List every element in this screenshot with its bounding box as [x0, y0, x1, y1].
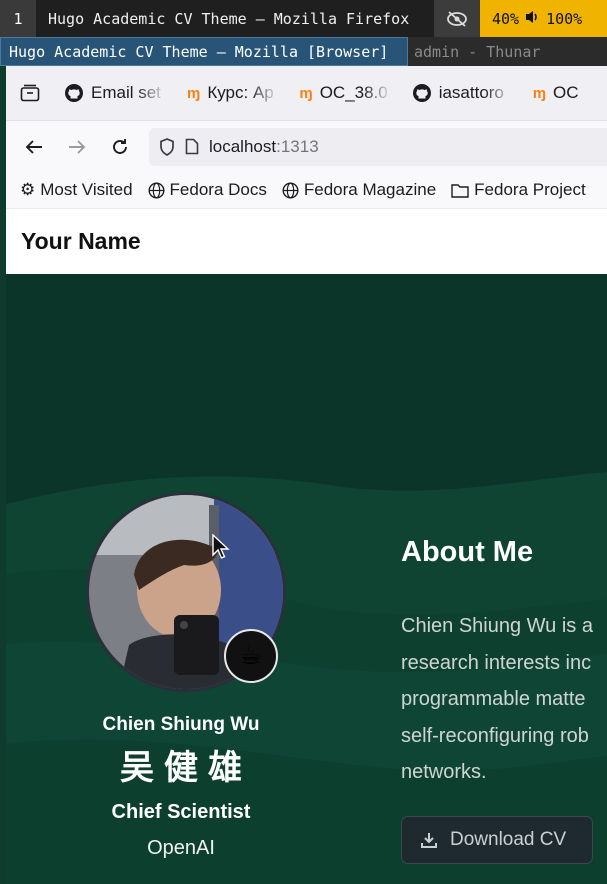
browser-tab-label: Курс: Ap	[207, 83, 274, 102]
battery-level: 40%	[492, 9, 520, 28]
globe-icon	[282, 181, 299, 199]
about-bio-line: research interests inc	[401, 651, 592, 674]
about-bio-line: self-reconfiguring rob	[401, 724, 589, 747]
github-icon	[412, 84, 431, 102]
about-title: About Me	[401, 536, 534, 568]
bookmark-most-visited[interactable]: ⚙ Most Visited	[20, 180, 133, 200]
window-title: Hugo Academic CV Theme — Mozilla Firefox	[48, 9, 410, 28]
globe-icon	[148, 181, 165, 199]
gear-icon: ⚙	[20, 180, 36, 199]
browser-tab-4[interactable]: iasattoro	[402, 66, 523, 121]
wm-status-bar: 1 Hugo Academic CV Theme — Mozilla Firef…	[0, 0, 607, 37]
back-button[interactable]	[12, 127, 55, 167]
bookmark-label: Fedora Docs	[169, 180, 267, 199]
github-icon	[65, 84, 83, 102]
moodle-icon: ɱ	[299, 84, 313, 102]
profile-organization[interactable]: OpenAI	[66, 837, 296, 860]
browser-tab-3[interactable]: ɱ OC_38.0	[289, 66, 401, 121]
bookmark-fedora-project[interactable]: Fedora Project	[451, 180, 586, 200]
bookmark-fedora-magazine[interactable]: Fedora Magazine	[282, 180, 436, 200]
forward-arrow-icon	[68, 139, 85, 154]
speaker-icon	[525, 10, 540, 28]
browser-chrome: Email set ɱ Курс: Ap ɱ OC_38.0 iasattoro…	[6, 66, 607, 274]
profile-name-chinese: 吴健雄	[120, 748, 252, 788]
moodle-icon: ɱ	[187, 84, 201, 102]
url-bar[interactable]: localhost:1313	[149, 127, 607, 166]
url-text: localhost:1313	[209, 137, 319, 157]
privacy-eye-icon[interactable]	[434, 0, 480, 37]
about-bio-line: networks.	[401, 761, 487, 783]
moodle-icon: ɱ	[532, 84, 547, 102]
profile-role: Chief Scientist	[111, 801, 251, 823]
browser-tab-2[interactable]: ɱ Курс: Ap	[177, 66, 289, 121]
browser-tab-5[interactable]: ɱ OC	[523, 66, 593, 121]
navigation-toolbar: localhost:1313	[6, 121, 607, 172]
back-arrow-icon	[25, 139, 42, 154]
system-status: 40% 100%	[480, 0, 607, 37]
browser-tab-label: iasattoro	[438, 83, 504, 102]
browser-tab-label: OC	[553, 83, 579, 102]
reload-icon	[112, 138, 127, 154]
wm-tab-active[interactable]: Hugo Academic CV Theme — Mozilla [Browse…	[0, 37, 408, 66]
wm-tab-row: Hugo Academic CV Theme — Mozilla [Browse…	[0, 37, 607, 66]
url-host: localhost	[209, 136, 277, 156]
bookmark-fedora-docs[interactable]: Fedora Docs	[148, 180, 267, 200]
page-icon[interactable]	[185, 138, 199, 155]
download-cv-button[interactable]: Download CV	[401, 816, 593, 864]
bookmark-label: Most Visited	[40, 180, 133, 199]
about-bio: Chien Shiung Wu is a research interests …	[401, 608, 607, 791]
wm-tab-thunar[interactable]: admin - Thunar	[408, 37, 607, 66]
forward-button[interactable]	[55, 127, 98, 167]
bookmarks-toolbar: ⚙ Most Visited Fedora Docs Fedora Magazi…	[6, 172, 607, 208]
browser-tab-label: OC_38.0	[319, 83, 388, 102]
download-icon	[421, 833, 437, 848]
reload-button[interactable]	[98, 127, 141, 167]
about-section: ☕ Chien Shiung Wu 吴健雄 Chief Scientist Op…	[6, 274, 607, 884]
site-brand[interactable]: Your Name	[21, 228, 141, 255]
folder-icon	[451, 183, 469, 198]
bookmark-label: Fedora Magazine	[303, 180, 437, 199]
browser-tab-strip: Email set ɱ Курс: Ap ɱ OC_38.0 iasattoro…	[6, 66, 607, 121]
browser-tab-1[interactable]: Email set	[54, 66, 177, 121]
download-cv-label: Download CV	[450, 829, 567, 850]
workspace-indicator[interactable]: 1	[0, 0, 36, 37]
browser-tab-label: Email set	[91, 83, 161, 102]
mouse-cursor-icon	[212, 534, 230, 559]
avatar: ☕	[86, 492, 286, 692]
status-emoji-badge: ☕	[224, 629, 278, 683]
profile-name: Chien Shiung Wu	[102, 714, 260, 735]
volume-level: 100%	[546, 9, 583, 28]
about-bio-line: programmable matte	[401, 688, 586, 710]
site-navbar: Your Name	[6, 208, 607, 274]
tab-overview-icon[interactable]	[6, 66, 54, 121]
url-port: :1313	[276, 136, 319, 156]
about-bio-line: Chien Shiung Wu is a	[401, 615, 593, 637]
shield-icon[interactable]	[159, 137, 175, 156]
bookmark-label: Fedora Project	[474, 180, 586, 199]
